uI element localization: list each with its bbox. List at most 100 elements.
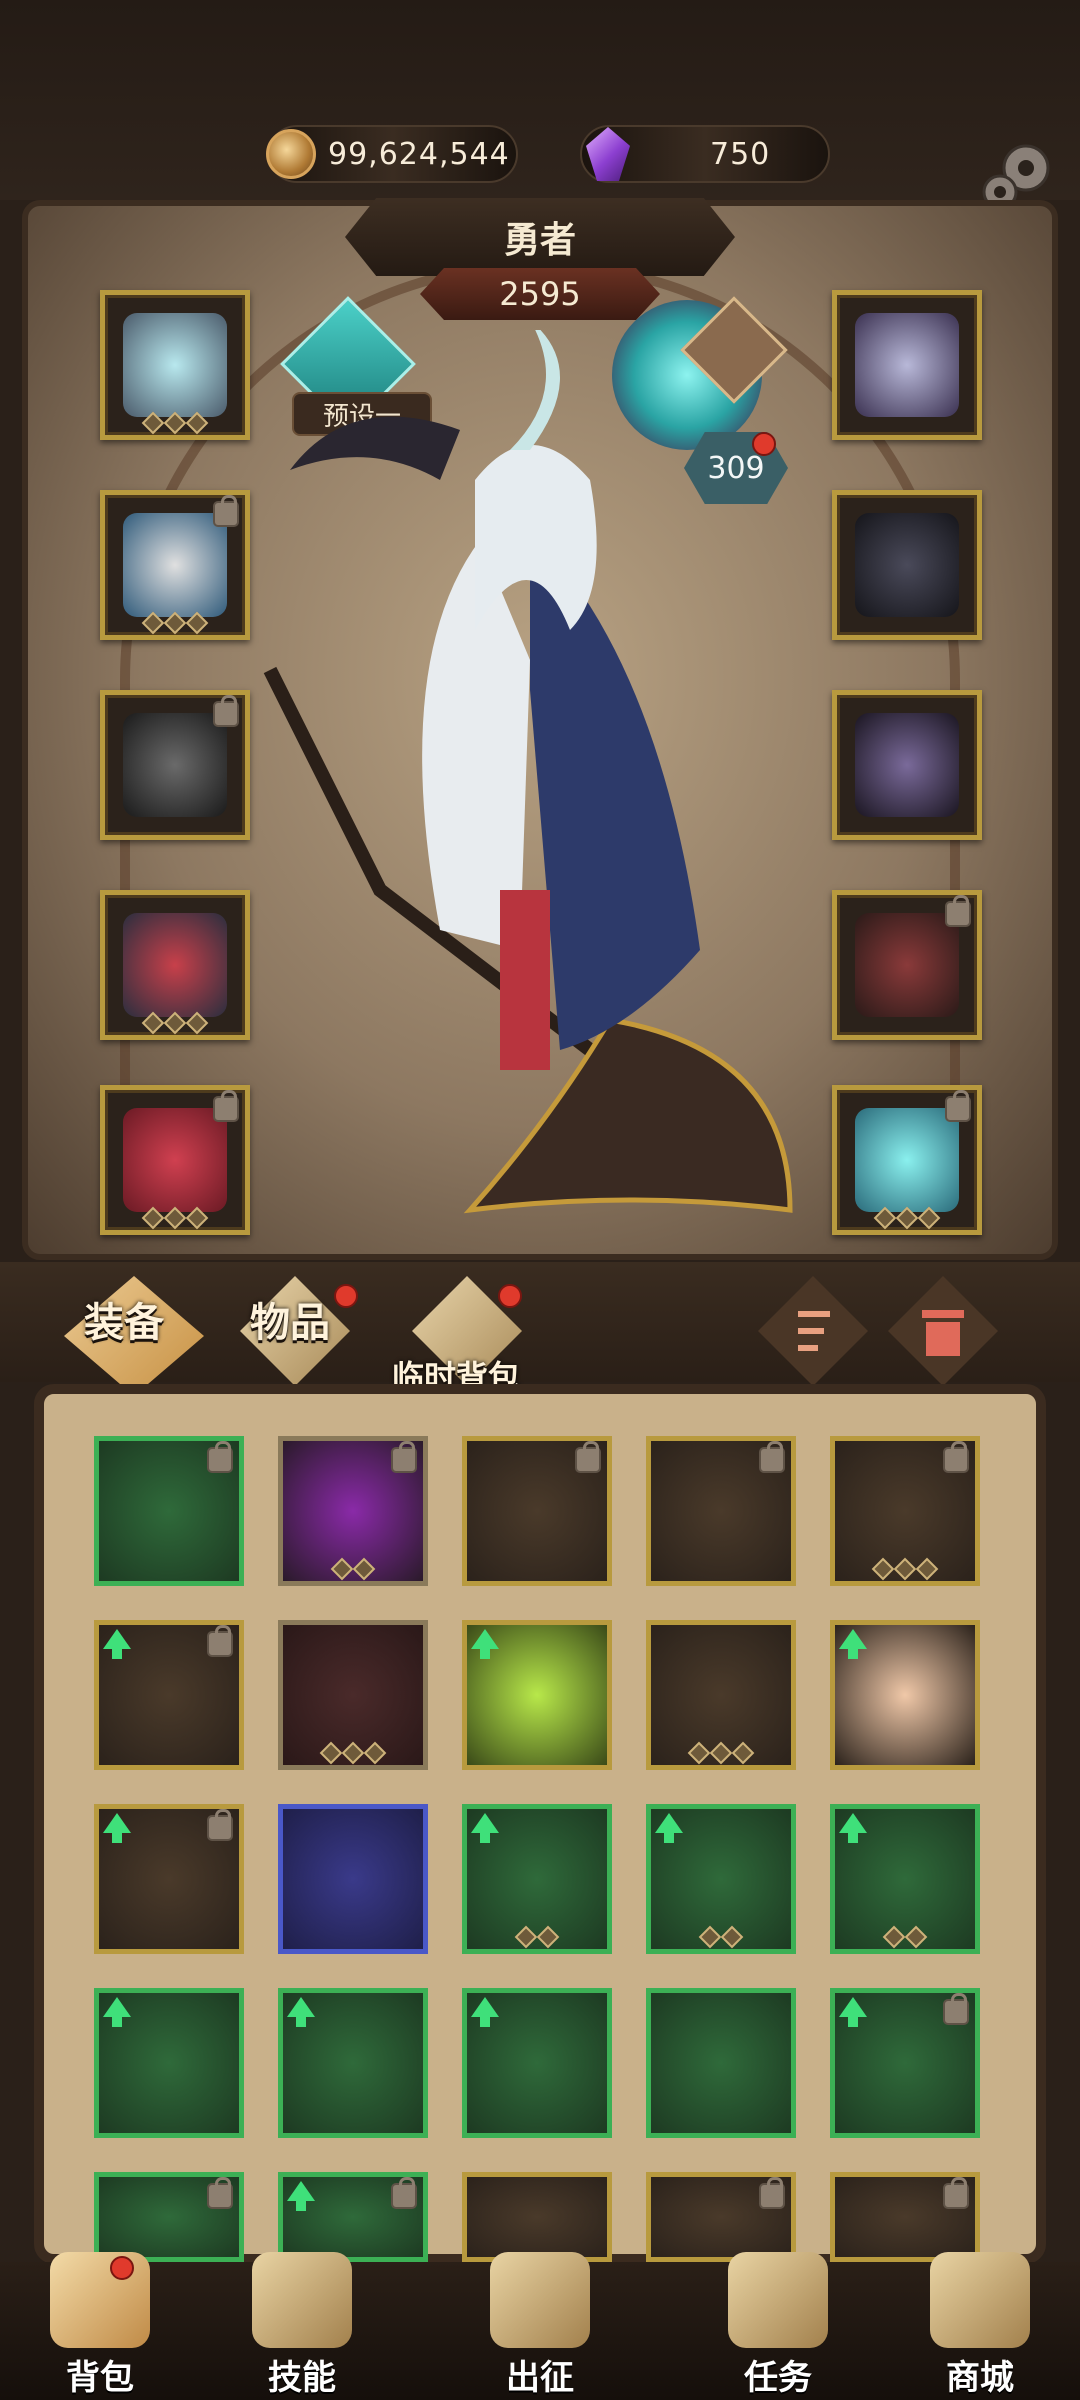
upgrade-arrow-icon <box>655 1813 683 1843</box>
nav-shop[interactable]: 商城 <box>910 2252 1050 2400</box>
lock-icon <box>945 1090 971 1122</box>
helmet-icon <box>123 313 227 417</box>
lock-icon <box>943 2177 969 2209</box>
lock-icon <box>391 1441 417 1473</box>
nav-expedition-label: 出征 <box>506 2358 574 2398</box>
equip-slot-legs[interactable] <box>100 1085 250 1235</box>
nav-skills-label: 技能 <box>268 2358 336 2398</box>
lock-icon <box>213 1090 239 1122</box>
rarity-stars <box>105 1011 245 1035</box>
hero-power-value: 2595 <box>499 275 581 313</box>
inventory-item-shell-horn[interactable] <box>830 1620 980 1770</box>
rarity-stars <box>835 1925 975 1949</box>
lock-icon <box>759 2177 785 2209</box>
nav-shop-label: 商城 <box>946 2358 1014 2398</box>
inventory-item-dark-hood[interactable] <box>94 1988 244 2138</box>
coin-counter: 99,624,544 <box>266 125 518 183</box>
upgrade-arrow-icon <box>839 1997 867 2027</box>
leg-armor-icon <box>123 1108 227 1212</box>
inventory-item-dark-hood[interactable] <box>462 1804 612 1954</box>
nav-expedition[interactable]: 出征 <box>470 2252 610 2400</box>
upgrade-arrow-icon <box>287 2181 315 2211</box>
lock-icon <box>943 1993 969 2025</box>
inventory-item-red-armor[interactable] <box>278 1620 428 1770</box>
items-notification-dot <box>334 1284 358 1308</box>
inventory-item-dark-skirt[interactable] <box>646 1988 796 2138</box>
nav-bag[interactable]: 背包 <box>30 2252 170 2400</box>
inventory-item-potion-flask[interactable] <box>462 1620 612 1770</box>
inventory-item-teal-sword[interactable] <box>94 1620 244 1770</box>
inventory-item-crimson-blade[interactable] <box>94 1804 244 1954</box>
equip-slot-orb[interactable] <box>832 1085 982 1235</box>
rarity-stars <box>835 1557 975 1581</box>
inventory-item-ring-eye[interactable] <box>94 1436 244 1586</box>
rarity-stars <box>651 1925 791 1949</box>
inventory-item-spiked-boots[interactable] <box>462 1988 612 2138</box>
inventory-item-dark-vest[interactable] <box>830 1988 980 2138</box>
equip-slot-armor[interactable] <box>100 490 250 640</box>
upgrade-arrow-icon <box>839 1813 867 1843</box>
lock-icon <box>575 1441 601 1473</box>
orb-icon <box>855 1108 959 1212</box>
equip-slot-chest[interactable] <box>100 890 250 1040</box>
rarity-stars <box>837 1206 977 1230</box>
bag-notification-dot <box>110 2256 134 2280</box>
equip-slot-helmet[interactable] <box>100 290 250 440</box>
hero-nameplate: 勇者 <box>345 198 735 276</box>
inventory-item-gold-ring[interactable] <box>278 1804 428 1954</box>
lock-icon <box>207 1809 233 1841</box>
inventory-item-purple-belt[interactable] <box>278 1436 428 1586</box>
inventory-item-amulet-teal[interactable] <box>646 1436 796 1586</box>
lock-icon <box>207 1625 233 1657</box>
inventory-item-dark-hood[interactable] <box>830 1804 980 1954</box>
rarity-stars <box>283 1741 423 1765</box>
inventory-item-partial[interactable] <box>830 2172 980 2262</box>
coin-amount: 99,624,544 <box>328 136 510 172</box>
equip-slot-bow[interactable] <box>832 890 982 1040</box>
coin-icon <box>266 129 316 179</box>
bow-icon <box>855 913 959 1017</box>
nav-quests[interactable]: 任务 <box>708 2252 848 2400</box>
rarity-stars <box>105 411 245 435</box>
nav-skills[interactable]: 技能 <box>232 2252 372 2400</box>
rarity-stars <box>283 1557 423 1581</box>
upgrade-arrow-icon <box>287 1997 315 2027</box>
lock-icon <box>759 1441 785 1473</box>
lock-icon <box>945 895 971 927</box>
inventory-item-partial[interactable] <box>278 2172 428 2262</box>
inventory-item-gold-bracer[interactable] <box>830 1436 980 1586</box>
rarity-stars <box>105 611 245 635</box>
rarity-stars <box>467 1925 607 1949</box>
skill-book-icon <box>252 2252 352 2348</box>
lock-icon <box>213 495 239 527</box>
expedition-map-icon <box>490 2252 590 2348</box>
inventory-item-flame-gem[interactable] <box>646 1620 796 1770</box>
temp-bag-notification-dot <box>498 1284 522 1308</box>
inventory-item-partial[interactable] <box>646 2172 796 2262</box>
inventory-item-dark-hood[interactable] <box>646 1804 796 1954</box>
shop-crown-icon <box>930 2252 1030 2348</box>
upgrade-arrow-icon <box>839 1629 867 1659</box>
gem-amount: 750 <box>710 136 771 172</box>
inventory-item-boots-blue[interactable] <box>462 1436 612 1586</box>
equip-slot-necklace[interactable] <box>832 290 982 440</box>
inventory-item-partial[interactable] <box>94 2172 244 2262</box>
inventory-item-partial[interactable] <box>462 2172 612 2262</box>
armor-icon <box>123 513 227 617</box>
hero-title: 勇者 <box>503 220 576 261</box>
lock-icon <box>943 1441 969 1473</box>
lock-icon <box>207 2177 233 2209</box>
tab-equipment[interactable]: 装备 <box>84 1290 164 1348</box>
equip-slot-belt[interactable] <box>832 490 982 640</box>
rarity-stars <box>105 1206 245 1230</box>
upgrade-arrow-icon <box>103 1813 131 1843</box>
equip-slot-ring[interactable] <box>832 690 982 840</box>
gem-icon <box>586 127 630 181</box>
lock-icon <box>213 695 239 727</box>
equip-slot-gloves[interactable] <box>100 690 250 840</box>
nav-quests-label: 任务 <box>744 2358 812 2398</box>
tab-items[interactable]: 物品 <box>250 1290 330 1348</box>
nav-bag-label: 背包 <box>66 2358 134 2398</box>
inventory-item-spiked-boots[interactable] <box>278 1988 428 2138</box>
chestplate-icon <box>123 913 227 1017</box>
